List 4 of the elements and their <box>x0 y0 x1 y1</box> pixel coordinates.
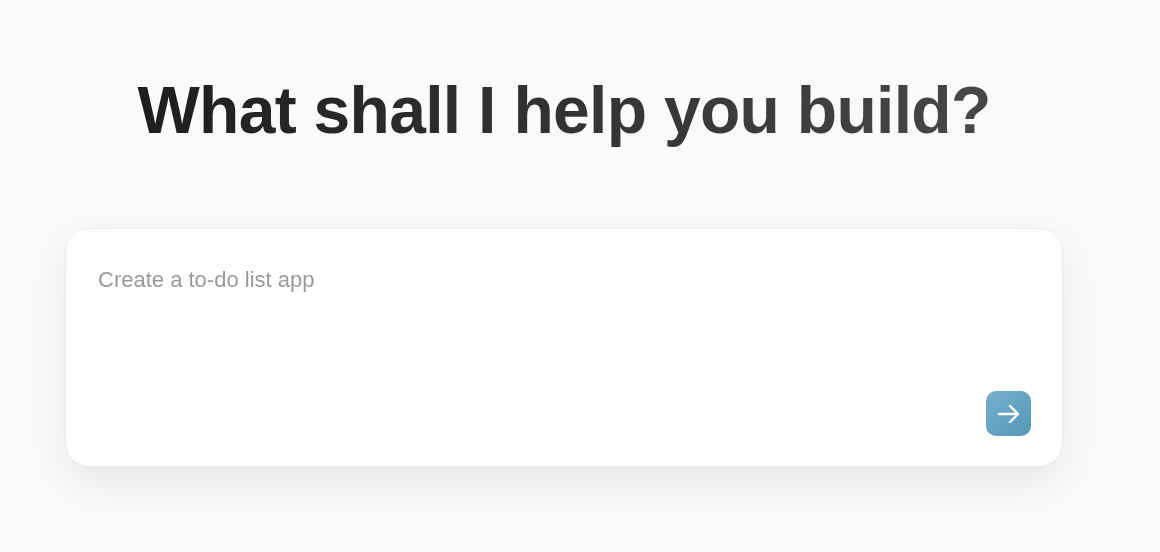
arrow-right-icon <box>996 403 1021 424</box>
prompt-field[interactable]: Create a to-do list app <box>98 267 1031 391</box>
submit-button[interactable] <box>986 391 1031 436</box>
prompt-box[interactable]: Create a to-do list app <box>65 228 1063 467</box>
